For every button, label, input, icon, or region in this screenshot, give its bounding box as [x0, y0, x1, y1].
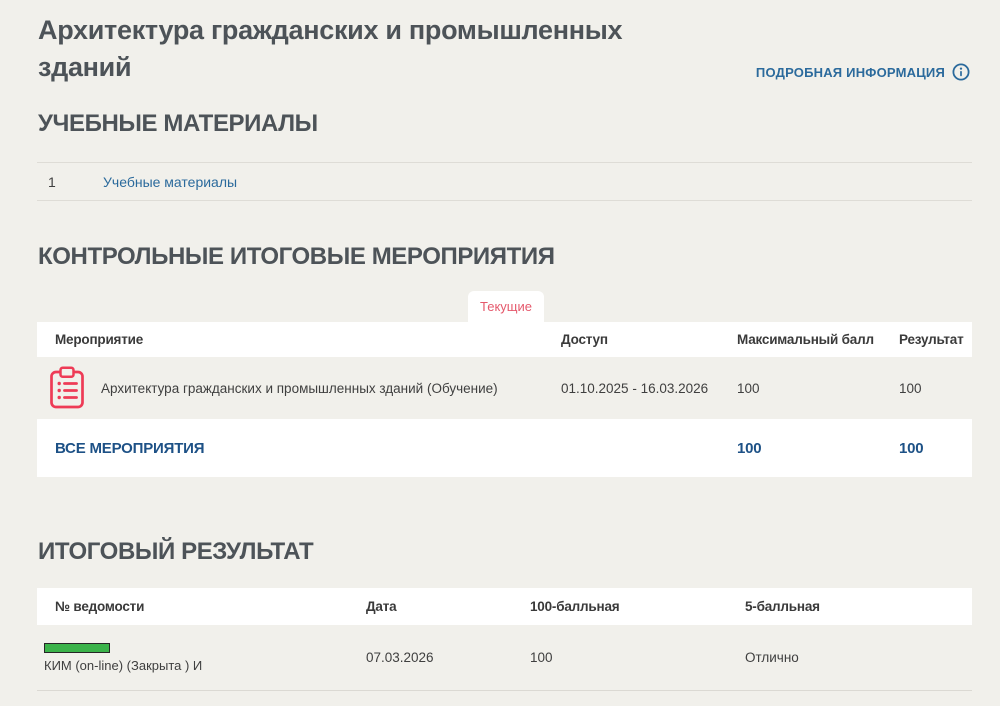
total-result: 100: [899, 439, 924, 457]
column-header-max-score: Максимальный балл: [737, 332, 874, 347]
sheet-cell: КИМ (on-line) (Закрыта ) И: [44, 642, 366, 673]
final-result-header-row: № ведомости Дата 100-балльная 5-балльная: [37, 588, 972, 625]
final-result-table: № ведомости Дата 100-балльная 5-балльная…: [37, 588, 972, 691]
section-heading-final-result: ИТОГОВЫЙ РЕЗУЛЬТАТ: [38, 538, 314, 565]
sheet-name: КИМ (on-line) (Закрыта ) И: [44, 657, 203, 673]
page-title: Архитектура гражданских и промышленных з…: [38, 15, 623, 82]
material-link[interactable]: Учебные материалы: [103, 174, 237, 190]
result-score-100: 100: [530, 650, 553, 665]
control-events-table: Мероприятие Доступ Максимальный балл Рез…: [37, 322, 972, 477]
tab-current[interactable]: Текущие: [468, 291, 544, 322]
table-row: Архитектура гражданских и промышленных з…: [37, 357, 972, 419]
materials-row: 1 Учебные материалы: [37, 162, 972, 201]
event-access-dates: 01.10.2025 - 16.03.2026: [561, 380, 709, 396]
result-date: 07.03.2026: [366, 650, 434, 665]
column-header-date: Дата: [366, 599, 397, 614]
event-name: Архитектура гражданских и промышленных з…: [101, 380, 498, 396]
table-row: КИМ (on-line) (Закрыта ) И 07.03.2026 10…: [37, 625, 972, 691]
result-score-5: Отлично: [745, 650, 799, 665]
column-header-event: Мероприятие: [55, 332, 144, 347]
all-events-link[interactable]: ВСЕ МЕРОПРИЯТИЯ: [55, 440, 561, 457]
event-name-cell[interactable]: Архитектура гражданских и промышленных з…: [46, 366, 561, 410]
column-header-5-scale: 5-балльная: [745, 599, 820, 614]
clipboard-checklist-icon: [50, 366, 84, 409]
event-result: 100: [899, 380, 922, 396]
event-max-score: 100: [737, 380, 760, 396]
section-heading-control-events: КОНТРОЛЬНЫЕ ИТОГОВЫЕ МЕРОПРИЯТИЯ: [38, 243, 555, 270]
column-header-100-scale: 100-балльная: [530, 599, 620, 614]
total-max-score: 100: [737, 439, 762, 457]
all-events-row: ВСЕ МЕРОПРИЯТИЯ 100 100: [37, 419, 972, 477]
control-events-header-row: Мероприятие Доступ Максимальный балл Рез…: [37, 322, 972, 357]
column-header-access: Доступ: [561, 332, 608, 347]
info-icon: [952, 63, 970, 81]
material-number: 1: [48, 173, 56, 190]
column-header-sheet-number: № ведомости: [55, 599, 145, 614]
grade-progress-bar: [44, 642, 110, 653]
detailed-info-link[interactable]: ПОДРОБНАЯ ИНФОРМАЦИЯ: [756, 63, 970, 81]
column-header-result: Результат: [899, 332, 964, 347]
course-page: Архитектура гражданских и промышленных з…: [0, 0, 1000, 706]
section-heading-materials: УЧЕБНЫЕ МАТЕРИАЛЫ: [38, 110, 318, 137]
detailed-info-label: ПОДРОБНАЯ ИНФОРМАЦИЯ: [755, 64, 945, 80]
